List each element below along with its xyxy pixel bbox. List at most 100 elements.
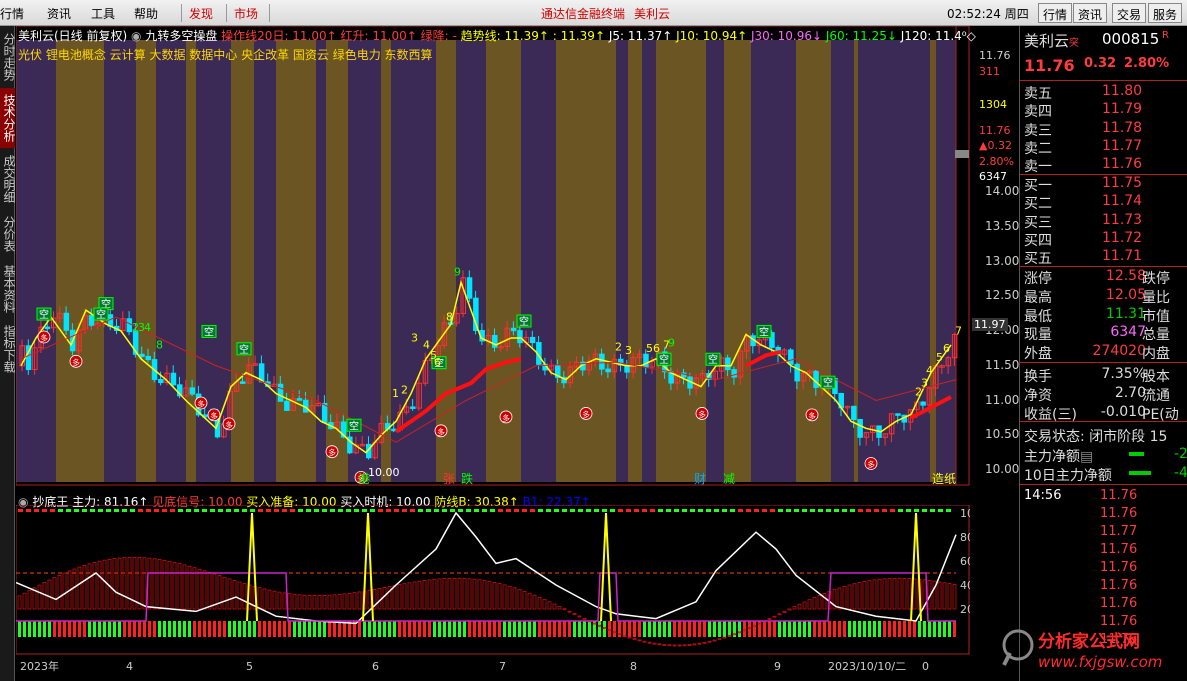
top-signal-dot (898, 509, 903, 512)
net-bar (1129, 452, 1144, 456)
defense-bar (237, 581, 242, 610)
stat-value: 12.58 (1105, 268, 1146, 284)
candle-body (794, 363, 800, 382)
top-signal-dot (258, 509, 263, 512)
book-divider (1020, 266, 1187, 267)
defense-bar (772, 615, 777, 618)
top-signal-dot (498, 509, 503, 512)
top-signal-dot (786, 509, 791, 512)
tab-price-table[interactable]: 分价表 (0, 210, 16, 258)
bottom-bar (903, 621, 906, 637)
price-change-pct: 2.80% (1124, 56, 1170, 71)
top-signal-dot (906, 509, 911, 512)
menu-quote[interactable]: 行情 (0, 5, 24, 22)
toolbar-quote-button[interactable]: 行情 (1038, 3, 1073, 23)
top-signal-dot (650, 509, 655, 512)
bottom-bar (133, 621, 136, 637)
tab-technical[interactable]: 技术分析 (0, 88, 16, 148)
sub-axis-tick: 60.00 (960, 555, 970, 568)
bottom-bar (313, 621, 316, 637)
stat-value: -0.010 (1100, 403, 1146, 420)
top-signal-dot (762, 509, 767, 512)
defense-bar (397, 584, 402, 610)
net10-value: -4 (1174, 465, 1187, 481)
defense-bar (352, 592, 357, 610)
tab-fundamentals[interactable]: 基本资料 (0, 260, 16, 318)
event-tag[interactable]: 减 (723, 472, 735, 486)
bottom-bar (168, 621, 171, 637)
top-signal-dot (938, 509, 943, 512)
bottom-bar (558, 621, 561, 637)
defense-bar (357, 591, 362, 610)
toolbar-news-button[interactable]: 资讯 (1073, 3, 1108, 23)
scroll-thumb[interactable] (955, 150, 969, 158)
top-signal-dot (330, 509, 335, 512)
bottom-bar (823, 621, 826, 637)
top-signal-dot (722, 509, 727, 512)
bottom-bar (203, 621, 206, 637)
clock: 02:52:24 周四 (947, 7, 1029, 21)
regime-stripe (706, 40, 724, 482)
defense-bar (442, 578, 447, 610)
top-signal-dot (698, 509, 703, 512)
event-tag[interactable]: 造纸 (932, 472, 956, 486)
time-tick: 9 (774, 660, 781, 673)
indicator-name[interactable]: 九转多空操盘 (145, 29, 217, 43)
bottom-bar (328, 621, 331, 637)
bottom-bar (73, 621, 76, 637)
defense-bar (867, 580, 872, 610)
bottom-bar (458, 621, 461, 637)
candle-body (44, 326, 51, 330)
window-stock-name: 美利云 (634, 7, 671, 21)
long-signal-text: 多 (72, 357, 80, 367)
bottom-bar (193, 621, 196, 637)
toolbar-trade-button[interactable]: 交易 (1112, 3, 1147, 23)
indicator-circle-icon[interactable]: ◉ (131, 29, 141, 43)
short-signal-marker: 空 (93, 307, 109, 321)
bottom-bar (63, 621, 66, 637)
candle-body (510, 327, 517, 332)
menu-separator (269, 4, 270, 22)
sub-indicator-chart[interactable]: 100.0 80.00 60.00 40.00 20.00 (16, 505, 970, 655)
event-tag[interactable]: 财 (694, 472, 706, 486)
menu-market[interactable]: 市场 (234, 5, 258, 22)
menu-discover[interactable]: 发现 (189, 5, 213, 22)
nine-count-label: 3 (411, 331, 418, 344)
top-signal-dot (234, 509, 239, 512)
event-tag[interactable]: 跌 (461, 471, 473, 486)
defense-bar (302, 594, 307, 610)
tab-intraday[interactable]: 分时走势 (0, 28, 16, 86)
stat-label-right: 内盘 (1142, 346, 1170, 363)
top-signal-dot (714, 509, 719, 512)
kline-chart[interactable]: 空空空空空空空 空空空空空多多多多多多多多多多多多多2 3 489345682 3 5 6 7… (16, 26, 970, 486)
main-net-row: 主力净额▤ -2 (1024, 446, 1187, 465)
menu-icon[interactable]: ▤ (1080, 449, 1093, 465)
bid-label: 买四 (1024, 232, 1052, 249)
top-signal-dot (474, 509, 479, 512)
defense-bar (947, 583, 952, 610)
toolbar-service-button[interactable]: 服务 (1148, 3, 1183, 23)
defense-bar (582, 617, 587, 620)
defense-bar (872, 579, 877, 610)
defense-bar (657, 643, 662, 646)
short-signal-text: 空 (96, 308, 106, 321)
tab-indicator-download[interactable]: 指标下载 (0, 320, 16, 378)
short-signal-text: 空 (519, 315, 529, 328)
top-signal-dot (746, 509, 751, 512)
bottom-bar (598, 621, 601, 637)
menu-news[interactable]: 资讯 (47, 5, 71, 22)
candle-body (410, 406, 416, 409)
bottom-bar (943, 621, 946, 637)
menu-help[interactable]: 帮助 (134, 5, 158, 22)
defense-bar (242, 583, 247, 610)
top-signal-dot (514, 509, 519, 512)
top-signal-dot (170, 509, 175, 512)
bottom-bar (283, 621, 286, 637)
defense-bar (507, 585, 512, 610)
menu-tools[interactable]: 工具 (91, 5, 115, 22)
top-signal-dot (266, 509, 271, 512)
tab-trade-detail[interactable]: 成交明细 (0, 150, 16, 208)
event-tag[interactable]: 张 (443, 472, 455, 486)
event-tag[interactable]: 港 (358, 472, 370, 486)
ask-label: 卖五 (1024, 86, 1052, 102)
